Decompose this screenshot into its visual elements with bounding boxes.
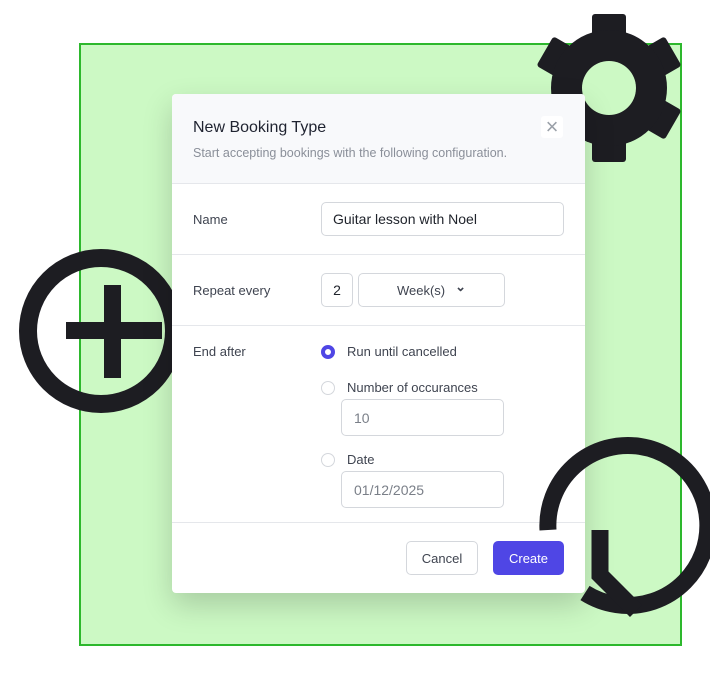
cancel-button[interactable]: Cancel <box>406 541 478 575</box>
create-button[interactable]: Create <box>493 541 564 575</box>
repeat-unit-value: Week(s) <box>396 282 446 298</box>
radio-number-of-occurances[interactable] <box>321 381 335 395</box>
new-booking-type-dialog: New Booking Type Start accepting booking… <box>172 94 585 593</box>
run-until-cancelled-label: Run until cancelled <box>347 344 457 359</box>
occurances-input[interactable]: 10 <box>341 399 504 436</box>
number-of-occurances-label: Number of occurances <box>347 380 478 395</box>
end-after-label: End after <box>193 344 246 359</box>
chevron-down-icon: ⌄ <box>455 279 467 294</box>
date-label: Date <box>347 452 375 467</box>
repeat-count-input[interactable]: 2 <box>321 273 353 307</box>
repeat-label: Repeat every <box>193 283 271 298</box>
close-icon[interactable]: × <box>541 116 563 138</box>
name-row: Name Guitar lesson with Noel <box>172 184 585 255</box>
date-input[interactable]: 01/12/2025 <box>341 471 504 508</box>
dialog-title: New Booking Type <box>193 119 327 136</box>
dialog-header: New Booking Type Start accepting booking… <box>172 94 585 184</box>
plus-circle-icon <box>19 249 183 413</box>
name-input[interactable]: Guitar lesson with Noel <box>321 202 564 236</box>
repeat-unit-select[interactable]: Week(s) ⌄ <box>358 273 505 307</box>
end-after-row: End after Run until cancelled Number of … <box>172 326 585 523</box>
radio-date[interactable] <box>321 453 335 467</box>
dialog-subtitle: Start accepting bookings with the follow… <box>193 146 508 160</box>
repeat-row: Repeat every 2 Week(s) ⌄ <box>172 255 585 326</box>
name-label: Name <box>193 212 228 227</box>
radio-run-until-cancelled[interactable] <box>321 345 335 359</box>
